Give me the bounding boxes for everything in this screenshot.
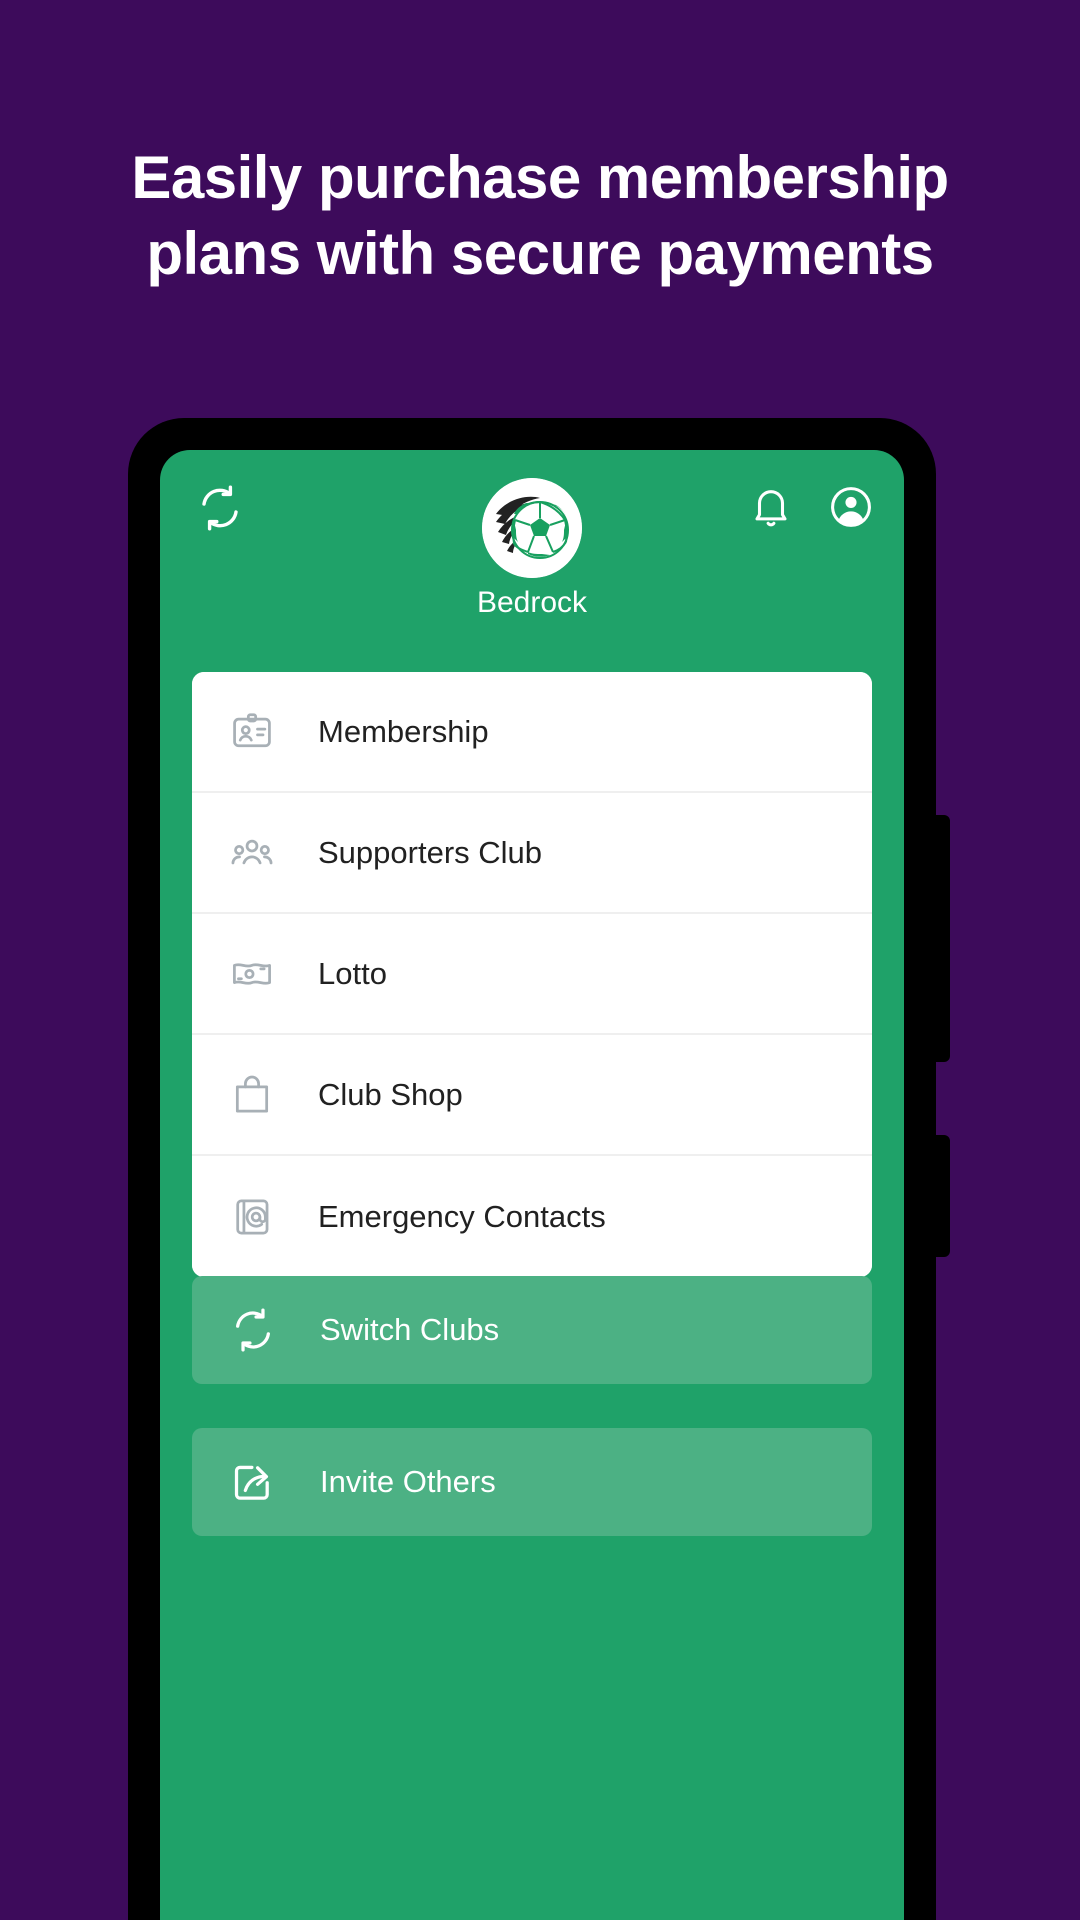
phone-volume-button: [934, 815, 950, 1062]
promo-screenshot: Easily purchase membership plans with se…: [0, 0, 1080, 1920]
switch-clubs-button[interactable]: Switch Clubs: [192, 1276, 872, 1384]
menu-card: Membership Supporters Club Lotto Club Sh…: [192, 672, 872, 1277]
action-button-label: Invite Others: [320, 1464, 496, 1499]
app-header: Bedrock: [160, 450, 904, 650]
menu-item-label: Membership: [318, 713, 489, 749]
phone-device-frame: Bedrock Membership Supporters Club Lotto…: [128, 418, 950, 1920]
phone-power-button: [934, 1135, 950, 1257]
menu-item-label: Lotto: [318, 955, 387, 991]
share-export-icon: [230, 1459, 276, 1505]
menu-item-label: Supporters Club: [318, 834, 543, 870]
promo-headline-line-2: plans with secure payments: [146, 220, 934, 287]
switch-clubs-icon[interactable]: [196, 484, 244, 532]
contact-book-icon: [230, 1195, 274, 1239]
people-group-icon: [230, 831, 274, 875]
account-circle-icon[interactable]: [828, 484, 874, 530]
menu-item-club-shop[interactable]: Club Shop: [192, 1035, 872, 1156]
header-right-icons: [748, 484, 874, 530]
menu-item-supporters-club[interactable]: Supporters Club: [192, 793, 872, 914]
club-name: Bedrock: [476, 586, 588, 619]
menu-item-label: Club Shop: [318, 1076, 463, 1112]
promo-headline: Easily purchase membership plans with se…: [0, 140, 1080, 292]
id-badge-icon: [230, 710, 274, 754]
soccer-ball-logo: [482, 478, 582, 578]
banknote-icon: [230, 952, 274, 996]
phone-screen: Bedrock Membership Supporters Club Lotto…: [160, 450, 904, 1920]
menu-item-lotto[interactable]: Lotto: [192, 914, 872, 1035]
action-button-label: Switch Clubs: [320, 1312, 500, 1347]
shopping-bag-icon: [230, 1073, 274, 1117]
bell-icon[interactable]: [748, 484, 794, 530]
menu-item-emergency-contacts[interactable]: Emergency Contacts: [192, 1156, 872, 1277]
promo-headline-line-1: Easily purchase membership: [131, 144, 949, 211]
menu-item-label: Emergency Contacts: [318, 1198, 606, 1234]
switch-clubs-icon: [230, 1307, 276, 1353]
menu-item-membership[interactable]: Membership: [192, 672, 872, 793]
invite-others-button[interactable]: Invite Others: [192, 1428, 872, 1536]
